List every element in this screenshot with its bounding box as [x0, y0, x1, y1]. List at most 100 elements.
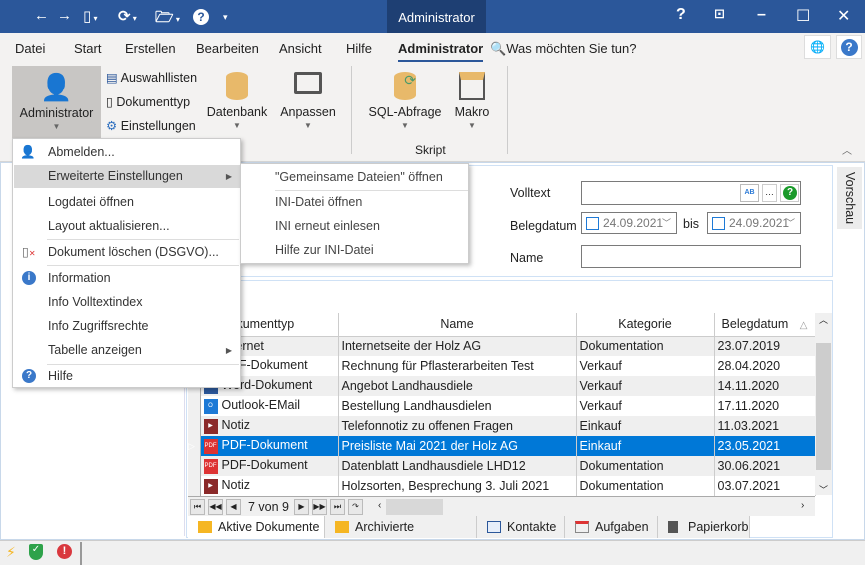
erweiterte-einstellungen-submenu: "Gemeinsame Dateien" öffnen INI-Datei öf…: [240, 163, 469, 264]
menu-item-tabelle-anzeigen[interactable]: Tabelle anzeigen ▶: [14, 339, 240, 362]
customize-quick-access-icon[interactable]: ▾: [223, 12, 228, 23]
table-row[interactable]: WWord-Dokument Angebot Landhausdiele Ver…: [188, 376, 816, 396]
column-belegdatum[interactable]: Belegdatum △: [714, 313, 816, 337]
date-from-checkbox[interactable]: [586, 217, 599, 230]
table-row[interactable]: eInternet Internetseite der Holz AG Doku…: [188, 336, 816, 356]
admin-user-icon: 👤: [40, 72, 73, 102]
makro-button[interactable]: Makro ▼: [451, 72, 493, 130]
scroll-down-icon[interactable]: ﹀: [815, 483, 832, 496]
previous-record-button[interactable]: ◀: [226, 499, 241, 515]
submenu-item-ini-einlesen[interactable]: INI erneut einlesen: [275, 219, 380, 233]
menu-item-erweiterte-einstellungen[interactable]: Erweiterte Einstellungen ▶: [14, 165, 240, 188]
menu-item-logdatei[interactable]: Logdatei öffnen: [14, 191, 240, 214]
tab-erstellen[interactable]: Erstellen: [125, 41, 176, 56]
tab-ansicht[interactable]: Ansicht: [279, 41, 322, 56]
menu-item-layout[interactable]: Layout aktualisieren...: [14, 215, 240, 238]
column-name[interactable]: Name: [338, 313, 577, 337]
name-input[interactable]: [581, 245, 801, 268]
web-icon[interactable]: 🌐: [804, 35, 831, 59]
close-button[interactable]: ✕: [837, 6, 850, 26]
next-record-button[interactable]: ▶: [294, 499, 309, 515]
open-folder-icon[interactable]: 🗁 ▾: [155, 7, 180, 32]
menu-item-dokument-loeschen[interactable]: ▯✕ Dokument löschen (DSGVO)...: [14, 241, 240, 264]
volltext-input[interactable]: AB … ?: [581, 181, 801, 205]
table-row[interactable]: PDFPDF-Dokument Rechnung für Pflasterarb…: [188, 356, 816, 376]
menu-item-info-zugriffsrechte[interactable]: Info Zugriffsrechte: [14, 315, 240, 338]
sql-abfrage-button[interactable]: ⟳ SQL-Abfrage ▼: [368, 72, 442, 130]
dokumenttyp-button[interactable]: ▯ Dokumenttyp: [106, 94, 190, 109]
row-indicator[interactable]: [188, 476, 201, 496]
help-icon[interactable]: ?: [836, 35, 862, 59]
table-row[interactable]: ▶ Notiz Telefonnotiz zu offenen Fragen Ei…: [188, 416, 816, 436]
menu-item-hilfe[interactable]: ? Hilfe: [14, 365, 240, 388]
tab-aufgaben[interactable]: Aufgaben: [565, 516, 658, 538]
vorschau-tab[interactable]: Vorschau: [837, 167, 862, 229]
last-record-button[interactable]: ⏭: [330, 499, 345, 515]
row-indicator[interactable]: ▷: [188, 436, 201, 456]
bis-label: bis: [683, 217, 699, 231]
help-button[interactable]: ?: [676, 6, 686, 24]
auswahllisten-button[interactable]: ▤ Auswahllisten: [106, 70, 197, 85]
back-icon[interactable]: ←: [34, 7, 49, 24]
datenbank-button[interactable]: Datenbank ▼: [206, 72, 268, 130]
more-options-button[interactable]: …: [762, 184, 777, 202]
tab-archivierte-dokumente[interactable]: Archivierte Dokumente: [325, 516, 477, 556]
submenu-item-gemeinsame-dateien[interactable]: "Gemeinsame Dateien" öffnen: [275, 170, 443, 184]
cell-name: Telefonnotiz zu offenen Fragen: [338, 416, 577, 436]
refresh-icon[interactable]: ⟳ ▾: [118, 7, 137, 25]
tab-hilfe[interactable]: Hilfe: [346, 41, 372, 56]
error-icon[interactable]: !: [57, 544, 72, 559]
scroll-right-icon[interactable]: ›: [801, 500, 804, 511]
tab-bearbeiten[interactable]: Bearbeiten: [196, 41, 259, 56]
einstellungen-button[interactable]: ⚙ Einstellungen: [106, 118, 196, 133]
menu-item-abmelden[interactable]: 👤 Abmelden...: [14, 141, 240, 164]
tell-me-search[interactable]: 🔍Was möchten Sie tun?: [490, 41, 637, 57]
restore-ribbon-icon[interactable]: ⊡: [714, 6, 725, 22]
tab-start[interactable]: Start: [74, 41, 101, 56]
scroll-up-icon[interactable]: ︿: [815, 313, 832, 330]
cell-kategorie: Einkauf: [576, 436, 715, 456]
scroll-left-icon[interactable]: ‹: [378, 500, 381, 511]
help-icon[interactable]: ?: [193, 9, 209, 25]
submenu-item-ini-hilfe[interactable]: Hilfe zur INI-Datei: [275, 243, 374, 257]
submenu-item-ini-oeffnen[interactable]: INI-Datei öffnen: [275, 195, 362, 209]
row-indicator[interactable]: [188, 396, 201, 416]
row-indicator[interactable]: [188, 416, 201, 436]
spellcheck-icon[interactable]: AB: [740, 184, 759, 202]
column-kategorie[interactable]: Kategorie: [576, 313, 715, 337]
document-type-icon: PDF: [203, 458, 218, 474]
refresh-records-button[interactable]: ↷: [348, 499, 363, 515]
table-row[interactable]: ▶ Notiz Holzsorten, Besprechung 3. Juli 2…: [188, 476, 816, 496]
menu-item-info-volltextindex[interactable]: Info Volltextindex: [14, 291, 240, 314]
cell-name: Preisliste Mai 2021 der Holz AG: [338, 436, 577, 456]
table-row[interactable]: PDF PDF-Dokument Datenblatt Landhausdiele…: [188, 456, 816, 476]
delete-document-icon: ▯✕: [22, 245, 36, 259]
tab-aktive-dokumente[interactable]: Aktive Dokumente: [188, 516, 325, 538]
menu-item-information[interactable]: i Information: [14, 267, 240, 290]
date-to-checkbox[interactable]: [712, 217, 725, 230]
maximize-button[interactable]: ☐: [796, 6, 810, 26]
first-record-button[interactable]: ⏮: [190, 499, 205, 515]
collapse-ribbon-icon[interactable]: ︿: [842, 142, 852, 157]
forward-icon[interactable]: →: [57, 7, 72, 24]
new-document-icon[interactable]: ▯ ▾: [83, 7, 98, 25]
scroll-thumb[interactable]: [816, 343, 831, 470]
administrator-button[interactable]: 👤 Administrator ▼: [12, 66, 101, 140]
minimize-button[interactable]: –: [757, 6, 766, 24]
row-indicator[interactable]: [188, 456, 201, 476]
date-to-picker[interactable]: 24.09.2021 ﹀: [707, 212, 801, 234]
horizontal-scroll-thumb[interactable]: [386, 499, 443, 515]
previous-page-button[interactable]: ◀◀: [208, 499, 223, 515]
tab-datei[interactable]: Datei: [15, 41, 45, 56]
tab-administrator[interactable]: Administrator: [398, 41, 484, 62]
table-row[interactable]: ▷ PDF PDF-Dokument Preisliste Mai 2021 de…: [188, 436, 816, 456]
date-from-picker[interactable]: 24.09.2021 ﹀: [581, 212, 677, 234]
help-icon[interactable]: ?: [780, 184, 799, 202]
next-page-button[interactable]: ▶▶: [312, 499, 327, 515]
tab-kontakte[interactable]: Kontakte: [477, 516, 565, 538]
vertical-scrollbar[interactable]: ︿ ﹀: [815, 313, 832, 495]
table-row[interactable]: O Outlook-EMail Bestellung Landhausdielen…: [188, 396, 816, 416]
anpassen-button[interactable]: Anpassen ▼: [278, 72, 338, 130]
tab-papierkorb[interactable]: Papierkorb: [658, 516, 750, 538]
contact-card-icon: [487, 521, 501, 533]
